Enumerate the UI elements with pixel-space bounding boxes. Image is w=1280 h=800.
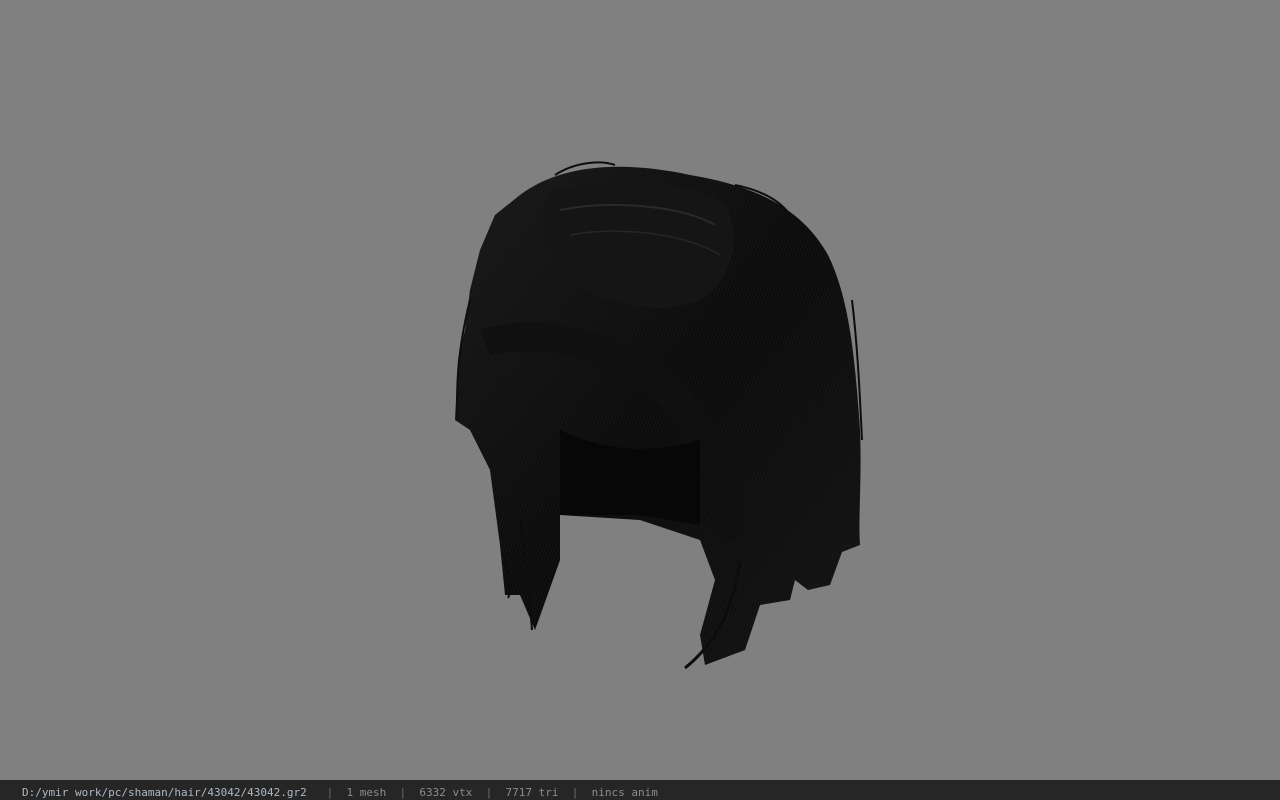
hair-mesh bbox=[455, 161, 863, 670]
hair-model-render bbox=[455, 161, 863, 670]
status-separator: | bbox=[485, 786, 493, 799]
triangle-count: 7717 tri bbox=[505, 786, 559, 799]
file-path: D:/ymir work/pc/shaman/hair/43042/43042.… bbox=[22, 786, 307, 799]
3d-viewport[interactable] bbox=[0, 0, 1280, 780]
animation-status: nincs anim bbox=[591, 786, 658, 799]
status-separator: | bbox=[571, 786, 579, 799]
status-separator: | bbox=[326, 786, 334, 799]
status-separator: | bbox=[399, 786, 407, 799]
mesh-count: 1 mesh bbox=[346, 786, 387, 799]
status-bar: D:/ymir work/pc/shaman/hair/43042/43042.… bbox=[0, 780, 1280, 800]
vertex-count: 6332 vtx bbox=[419, 786, 473, 799]
